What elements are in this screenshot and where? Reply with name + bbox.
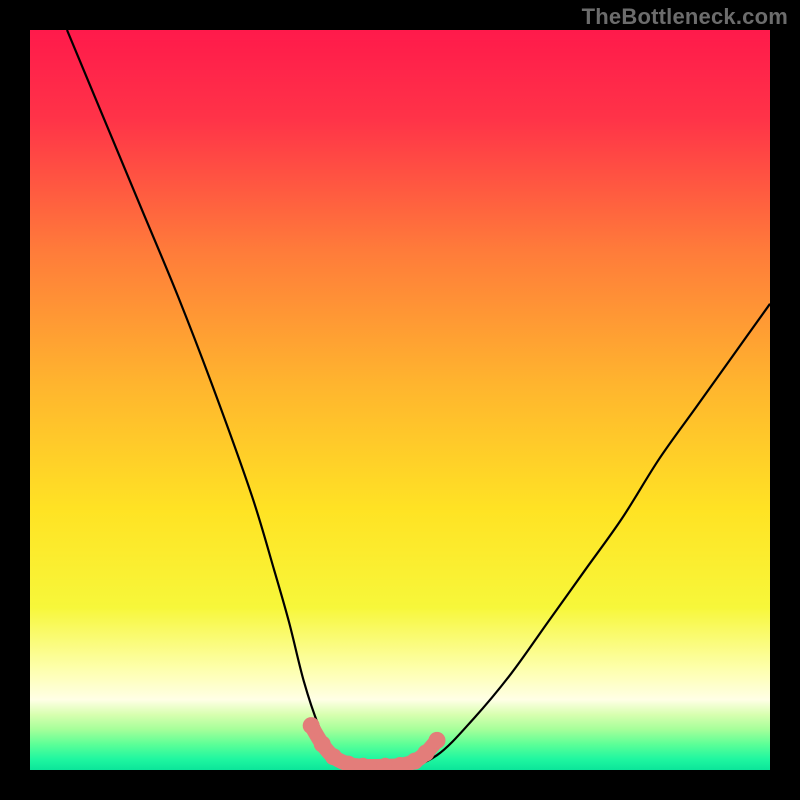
optimal-range-markers (303, 717, 446, 770)
plot-area (30, 30, 770, 770)
marker-dot (325, 748, 342, 765)
curve-layer (30, 30, 770, 770)
marker-dot (429, 732, 446, 749)
watermark-text: TheBottleneck.com (582, 4, 788, 30)
marker-dot (303, 717, 320, 734)
bottleneck-curve (67, 30, 770, 770)
chart-frame: TheBottleneck.com (0, 0, 800, 800)
